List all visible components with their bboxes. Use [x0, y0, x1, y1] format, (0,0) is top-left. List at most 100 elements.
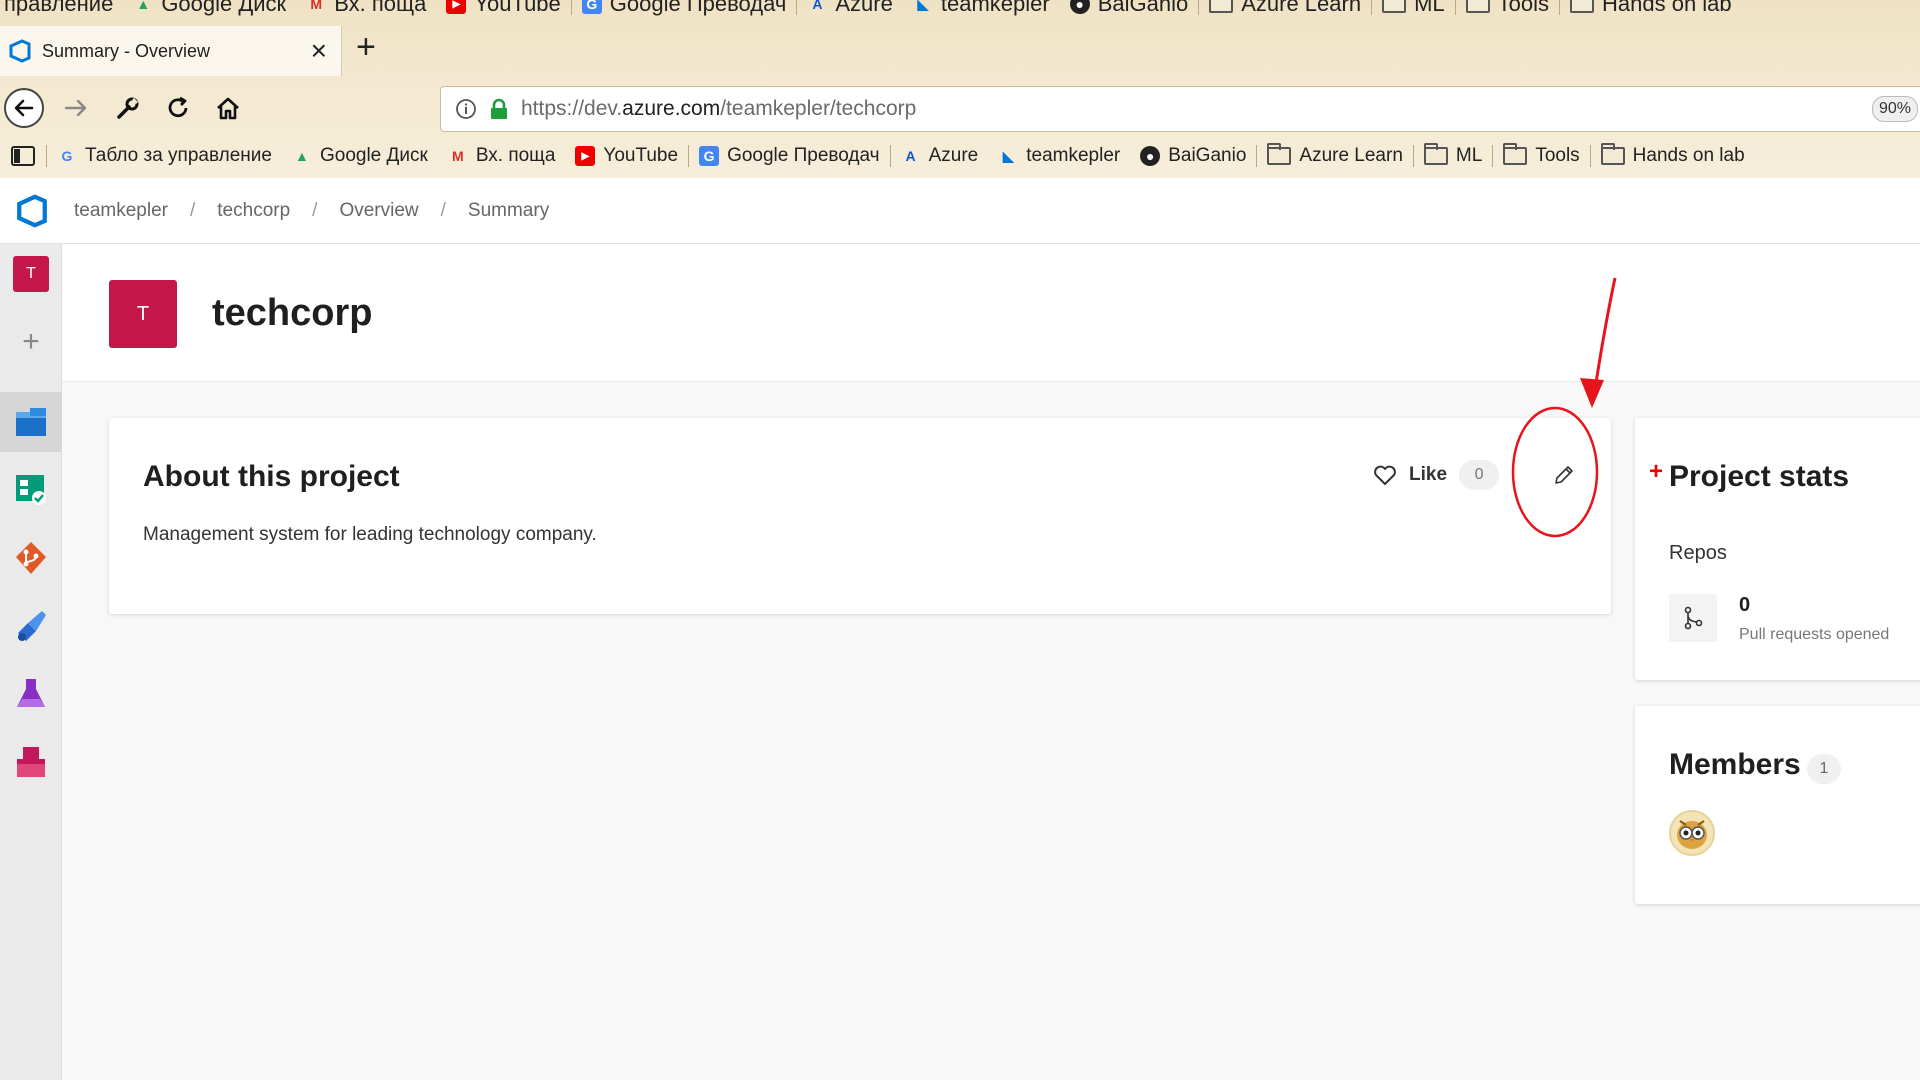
bookmark-azure-learn-top[interactable]: Azure Learn [1199, 0, 1371, 17]
folder-icon [1465, 0, 1490, 13]
bookmark-label: YouTube [603, 145, 679, 166]
bookmark-label: Google Диск [161, 0, 287, 16]
bookmark-label: Hands on lab [1632, 145, 1745, 166]
arrow-right-icon [64, 99, 87, 117]
zoom-indicator[interactable]: 90% [1872, 96, 1919, 122]
bookmark-azure-learn[interactable]: Azure Learn [1257, 143, 1413, 167]
rail-project[interactable]: T [0, 244, 62, 304]
rail-add-button[interactable]: + [0, 312, 62, 372]
breadcrumb-organization[interactable]: teamkepler [74, 200, 168, 222]
azure-devops-logo[interactable] [0, 178, 64, 244]
project-header: T techcorp [62, 244, 1920, 382]
rail-overview[interactable] [0, 392, 62, 452]
bookmark-google-translate-top[interactable]: G Google Преводач [572, 0, 797, 17]
bookmark-youtube[interactable]: ▶ YouTube [565, 145, 688, 167]
rail-pipelines[interactable] [0, 596, 62, 656]
gmail-icon: M [310, 0, 323, 12]
bookmark-google-translate[interactable]: G Google Преводач [689, 145, 890, 167]
bookmark-hands-on-lab-top[interactable]: Hands on lab [1560, 0, 1742, 17]
forward-button[interactable] [56, 88, 96, 128]
bookmark-google-drive[interactable]: ▲ Google Диск [282, 145, 438, 167]
breadcrumb-separator: / [312, 199, 318, 221]
stats-section-repos: Repos [1669, 542, 1727, 564]
bookmark-teamkepler[interactable]: ◣ teamkepler [988, 145, 1130, 167]
browser-tab-active[interactable]: Summary - Overview × [0, 26, 342, 76]
sidebar-icon [11, 146, 35, 166]
bookmark-ml[interactable]: ML [1414, 143, 1492, 167]
bookmark-label: teamkepler [1026, 145, 1121, 166]
youtube-icon: ▶ [446, 0, 467, 14]
boards-icon [16, 475, 46, 505]
repos-icon [16, 542, 46, 574]
gmail-icon: M [451, 148, 464, 164]
bookmark-label: Табло за управление [85, 145, 272, 166]
members-card: Members 1 [1635, 706, 1920, 904]
bookmark-label: Azure [835, 0, 893, 16]
bookmark-label: Hands on lab [1602, 0, 1732, 16]
bookmark-dashboard-top[interactable]: правление [0, 0, 123, 17]
azure-icon: A [905, 148, 916, 164]
heart-icon [1374, 465, 1396, 485]
google-drive-icon: ▲ [295, 148, 309, 164]
address-bar[interactable]: https://dev.azure.com/teamkepler/techcor… [440, 86, 1920, 132]
url-path: /teamkepler/techcorp [720, 97, 917, 120]
azure-devops-icon: ◣ [1002, 147, 1014, 164]
folder-icon [1423, 143, 1448, 165]
tools-button[interactable] [108, 88, 148, 128]
back-button[interactable] [4, 88, 44, 128]
bookmark-azure[interactable]: A Azure [891, 145, 989, 167]
bookmark-dashboard[interactable]: G Табло за управление [47, 145, 282, 167]
bookmark-label: YouTube [474, 0, 561, 16]
bookmark-gmail[interactable]: M Вх. поща [438, 145, 566, 167]
bookmark-teamkepler-top[interactable]: ◣ teamkepler [903, 0, 1060, 17]
rail-test-plans[interactable] [0, 664, 62, 724]
edit-button[interactable] [1543, 454, 1585, 496]
bookmark-youtube-top[interactable]: ▶ YouTube [436, 0, 570, 17]
bookmark-baiganio-top[interactable]: ● BaiGanio [1060, 0, 1199, 17]
artifacts-icon [17, 747, 45, 777]
rail-repos[interactable] [0, 528, 62, 588]
bookmark-tools[interactable]: Tools [1493, 143, 1589, 167]
reload-icon [168, 96, 188, 118]
bookmark-tools-top[interactable]: Tools [1456, 0, 1559, 17]
wrench-icon [117, 97, 139, 119]
azure-devops-icon [9, 39, 31, 63]
about-title: About this project [143, 460, 400, 493]
left-navigation: T + [0, 244, 62, 1080]
bookmark-baiganio[interactable]: ● BaiGanio [1130, 145, 1256, 167]
pull-requests-label: Pull requests opened [1739, 626, 1890, 643]
rail-artifacts[interactable] [0, 732, 62, 792]
bookmark-azure-top[interactable]: A Azure [797, 0, 902, 17]
home-button[interactable] [208, 88, 248, 128]
about-project-card: About this project Management system for… [109, 418, 1611, 614]
stats-title: Project stats [1669, 460, 1850, 493]
breadcrumb-separator: / [190, 199, 196, 221]
reload-button[interactable] [158, 88, 198, 128]
bookmark-ml-top[interactable]: ML [1372, 0, 1455, 17]
bookmark-google-drive-top[interactable]: ▲ Google Диск [123, 0, 296, 17]
add-icon: + [22, 325, 40, 358]
lock-icon [491, 98, 507, 119]
folder-icon [1600, 143, 1625, 165]
sidebar-toggle-button[interactable] [10, 145, 46, 167]
new-tab-button[interactable]: + [356, 28, 376, 67]
breadcrumb-summary[interactable]: Summary [468, 200, 549, 222]
member-avatar[interactable] [1669, 810, 1715, 856]
google-drive-icon: ▲ [136, 0, 151, 12]
bookmark-label: Вх. поща [475, 145, 556, 166]
annotation-plus-mark: + [1649, 458, 1664, 485]
bookmark-label: teamkepler [940, 0, 1050, 16]
breadcrumb-overview[interactable]: Overview [339, 200, 418, 222]
bookmark-gmail-top[interactable]: M Вх. поща [296, 0, 436, 17]
folder-icon [1570, 0, 1594, 13]
breadcrumb-project[interactable]: techcorp [217, 200, 290, 222]
bookmark-label: Azure Learn [1299, 145, 1403, 166]
like-count-badge: 0 [1459, 460, 1500, 490]
like-label: Like [1409, 464, 1448, 485]
breadcrumb: teamkepler / techcorp / Overview / Summa… [74, 200, 549, 222]
members-title: Members [1669, 748, 1801, 781]
like-button[interactable]: Like 0 [1373, 460, 1500, 490]
bookmark-hands-on-lab[interactable]: Hands on lab [1591, 143, 1755, 167]
rail-boards[interactable] [0, 460, 62, 520]
close-tab-icon[interactable]: × [311, 35, 327, 67]
